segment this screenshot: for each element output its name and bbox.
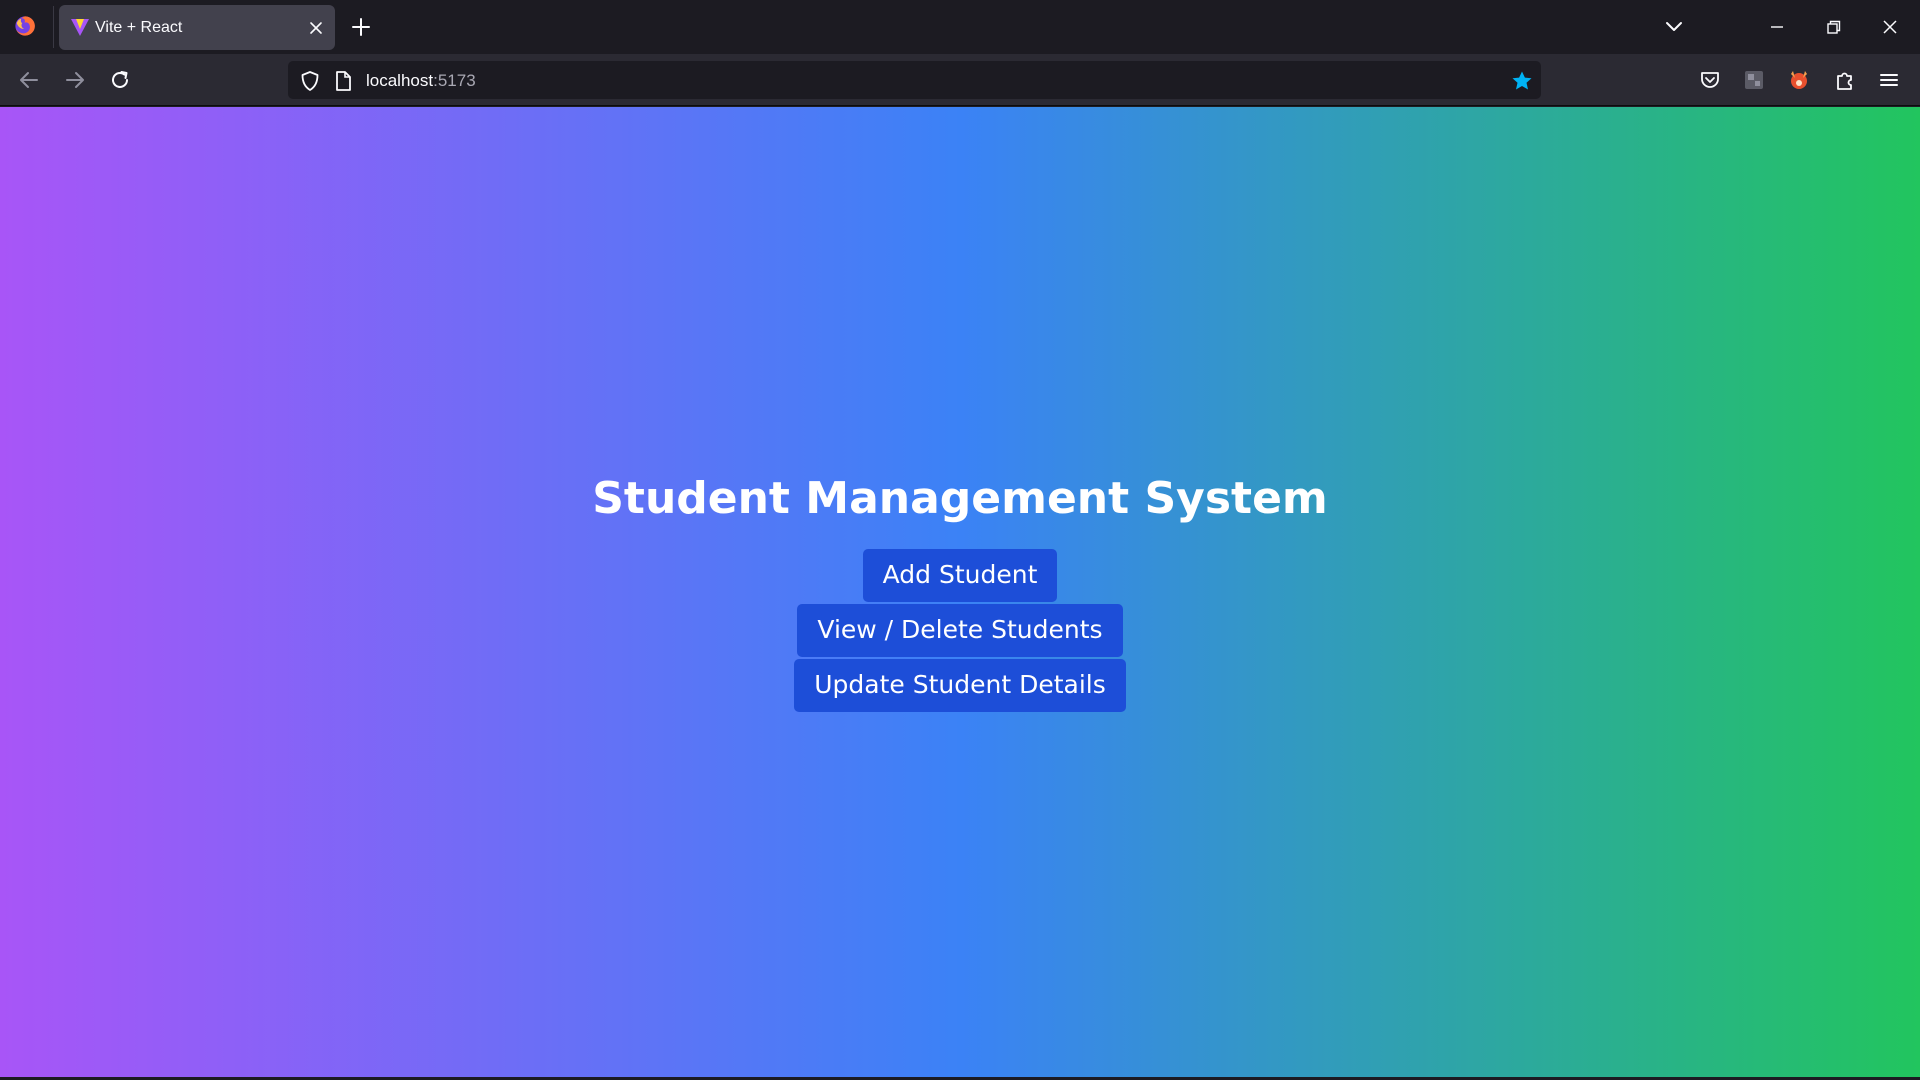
tab-divider: [53, 6, 54, 48]
tab-vite-react[interactable]: Vite + React: [59, 5, 335, 50]
fox-icon[interactable]: [1786, 67, 1812, 93]
puzzle-icon[interactable]: [1832, 67, 1858, 93]
plus-icon[interactable]: [349, 15, 373, 39]
page-viewport: Student Management System Add Student Vi…: [0, 107, 1920, 1080]
browser-window: Vite + React localhost:5173 Student Mana…: [0, 0, 1920, 1080]
vite-favicon-icon: [71, 19, 89, 36]
minimize-icon[interactable]: [1764, 15, 1790, 39]
arrow-right-icon[interactable]: [62, 67, 88, 93]
view-delete-students-button[interactable]: View / Delete Students: [797, 604, 1123, 657]
pocket-icon[interactable]: [1697, 67, 1723, 93]
shield-icon[interactable]: [299, 70, 321, 92]
url-host: localhost: [366, 71, 434, 90]
url-port: :5173: [433, 71, 476, 90]
chevron-down-icon[interactable]: [1662, 15, 1686, 39]
url-text[interactable]: localhost:5173: [366, 71, 476, 91]
hamburger-menu-icon[interactable]: [1876, 67, 1902, 93]
reload-icon[interactable]: [107, 67, 133, 93]
restore-icon[interactable]: [1820, 15, 1846, 39]
tab-strip: Vite + React: [0, 0, 1920, 54]
update-student-details-button[interactable]: Update Student Details: [794, 659, 1126, 712]
arrow-left-icon[interactable]: [16, 67, 42, 93]
tab-title: Vite + React: [95, 19, 183, 36]
close-window-icon[interactable]: [1877, 15, 1903, 39]
page-icon[interactable]: [333, 70, 353, 92]
navigation-toolbar: localhost:5173: [0, 54, 1920, 106]
star-icon[interactable]: [1510, 69, 1534, 93]
add-student-button[interactable]: Add Student: [862, 549, 1058, 602]
url-bar[interactable]: localhost:5173: [288, 61, 1541, 99]
firefox-logo-icon[interactable]: [14, 15, 36, 37]
close-icon[interactable]: [305, 17, 327, 39]
extension-icon[interactable]: [1741, 67, 1767, 93]
page-title: Student Management System: [592, 473, 1328, 524]
